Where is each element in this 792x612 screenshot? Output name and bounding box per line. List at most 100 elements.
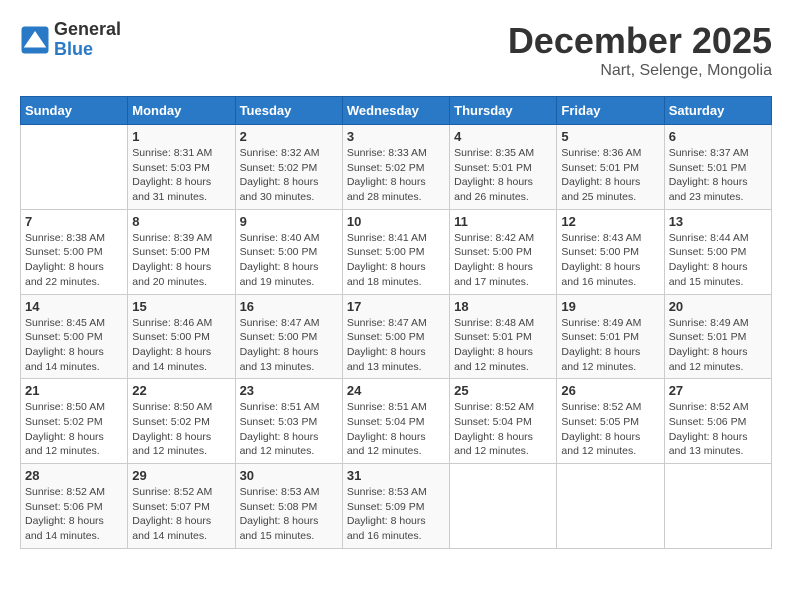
weekday-header: Saturday	[664, 97, 771, 125]
day-info: Sunrise: 8:47 AMSunset: 5:00 PMDaylight:…	[347, 316, 445, 375]
calendar-cell: 23 Sunrise: 8:51 AMSunset: 5:03 PMDayligh…	[235, 379, 342, 464]
calendar-week-row: 21 Sunrise: 8:50 AMSunset: 5:02 PMDayligh…	[21, 379, 772, 464]
calendar-cell: 3 Sunrise: 8:33 AMSunset: 5:02 PMDaylight…	[342, 125, 449, 210]
day-info: Sunrise: 8:43 AMSunset: 5:00 PMDaylight:…	[561, 231, 659, 290]
calendar-cell: 29Sunrise: 8:52 AMSunset: 5:07 PMDayligh…	[128, 464, 235, 549]
calendar-week-row: 7 Sunrise: 8:38 AMSunset: 5:00 PMDaylight…	[21, 209, 772, 294]
calendar-cell: 19Sunrise: 8:49 AMSunset: 5:01 PMDayligh…	[557, 294, 664, 379]
calendar-cell: 25Sunrise: 8:52 AMSunset: 5:04 PMDayligh…	[450, 379, 557, 464]
page-header: General Blue December 2025 Nart, Selenge…	[20, 20, 772, 80]
day-number: 12	[561, 214, 659, 229]
calendar-cell: 16Sunrise: 8:47 AMSunset: 5:00 PMDayligh…	[235, 294, 342, 379]
logo-line1: General	[54, 20, 121, 40]
calendar-cell: 17 Sunrise: 8:47 AMSunset: 5:00 PMDayligh…	[342, 294, 449, 379]
day-number: 8	[132, 214, 230, 229]
day-number: 18	[454, 299, 552, 314]
day-info: Sunrise: 8:52 AMSunset: 5:05 PMDaylight:…	[561, 400, 659, 459]
day-info: Sunrise: 8:41 AMSunset: 5:00 PMDaylight:…	[347, 231, 445, 290]
weekday-header: Thursday	[450, 97, 557, 125]
logo-line2: Blue	[54, 40, 121, 60]
day-number: 31	[347, 468, 445, 483]
day-number: 28	[25, 468, 123, 483]
day-number: 22	[132, 383, 230, 398]
calendar-week-row: 1 Sunrise: 8:31 AMSunset: 5:03 PMDaylight…	[21, 125, 772, 210]
calendar-cell: 2 Sunrise: 8:32 AMSunset: 5:02 PMDaylight…	[235, 125, 342, 210]
calendar-cell: 27 Sunrise: 8:52 AMSunset: 5:06 PMDayligh…	[664, 379, 771, 464]
day-number: 24	[347, 383, 445, 398]
day-number: 10	[347, 214, 445, 229]
calendar-cell: 28 Sunrise: 8:52 AMSunset: 5:06 PMDayligh…	[21, 464, 128, 549]
day-info: Sunrise: 8:48 AMSunset: 5:01 PMDaylight:…	[454, 316, 552, 375]
day-info: Sunrise: 8:42 AMSunset: 5:00 PMDaylight:…	[454, 231, 552, 290]
calendar-cell	[21, 125, 128, 210]
calendar-cell	[557, 464, 664, 549]
day-number: 27	[669, 383, 767, 398]
calendar-cell: 13 Sunrise: 8:44 AMSunset: 5:00 PMDayligh…	[664, 209, 771, 294]
weekday-header: Tuesday	[235, 97, 342, 125]
day-number: 11	[454, 214, 552, 229]
calendar-header-row: SundayMondayTuesdayWednesdayThursdayFrid…	[21, 97, 772, 125]
calendar-cell	[664, 464, 771, 549]
day-number: 23	[240, 383, 338, 398]
calendar-table: SundayMondayTuesdayWednesdayThursdayFrid…	[20, 96, 772, 549]
day-info: Sunrise: 8:44 AMSunset: 5:00 PMDaylight:…	[669, 231, 767, 290]
page-title: December 2025	[508, 20, 772, 62]
calendar-cell: 6Sunrise: 8:37 AMSunset: 5:01 PMDaylight…	[664, 125, 771, 210]
day-info: Sunrise: 8:53 AMSunset: 5:09 PMDaylight:…	[347, 485, 445, 544]
calendar-cell: 11 Sunrise: 8:42 AMSunset: 5:00 PMDayligh…	[450, 209, 557, 294]
weekday-header: Wednesday	[342, 97, 449, 125]
day-info: Sunrise: 8:53 AMSunset: 5:08 PMDaylight:…	[240, 485, 338, 544]
calendar-cell: 9Sunrise: 8:40 AMSunset: 5:00 PMDaylight…	[235, 209, 342, 294]
day-number: 19	[561, 299, 659, 314]
calendar-cell: 8 Sunrise: 8:39 AMSunset: 5:00 PMDaylight…	[128, 209, 235, 294]
day-info: Sunrise: 8:52 AMSunset: 5:06 PMDaylight:…	[669, 400, 767, 459]
day-info: Sunrise: 8:40 AMSunset: 5:00 PMDaylight:…	[240, 231, 338, 290]
calendar-cell: 12 Sunrise: 8:43 AMSunset: 5:00 PMDayligh…	[557, 209, 664, 294]
day-number: 14	[25, 299, 123, 314]
day-number: 21	[25, 383, 123, 398]
day-info: Sunrise: 8:37 AMSunset: 5:01 PMDaylight:…	[669, 146, 767, 205]
day-info: Sunrise: 8:31 AMSunset: 5:03 PMDaylight:…	[132, 146, 230, 205]
logo: General Blue	[20, 20, 121, 60]
logo-icon	[20, 25, 50, 55]
day-info: Sunrise: 8:52 AMSunset: 5:04 PMDaylight:…	[454, 400, 552, 459]
day-info: Sunrise: 8:35 AMSunset: 5:01 PMDaylight:…	[454, 146, 552, 205]
calendar-cell: 22 Sunrise: 8:50 AMSunset: 5:02 PMDayligh…	[128, 379, 235, 464]
weekday-header: Friday	[557, 97, 664, 125]
day-info: Sunrise: 8:39 AMSunset: 5:00 PMDaylight:…	[132, 231, 230, 290]
day-number: 5	[561, 129, 659, 144]
day-number: 1	[132, 129, 230, 144]
calendar-cell: 31 Sunrise: 8:53 AMSunset: 5:09 PMDayligh…	[342, 464, 449, 549]
day-info: Sunrise: 8:52 AMSunset: 5:07 PMDaylight:…	[132, 485, 230, 544]
day-number: 13	[669, 214, 767, 229]
day-info: Sunrise: 8:38 AMSunset: 5:00 PMDaylight:…	[25, 231, 123, 290]
calendar-cell: 15Sunrise: 8:46 AMSunset: 5:00 PMDayligh…	[128, 294, 235, 379]
day-info: Sunrise: 8:32 AMSunset: 5:02 PMDaylight:…	[240, 146, 338, 205]
calendar-cell: 10 Sunrise: 8:41 AMSunset: 5:00 PMDayligh…	[342, 209, 449, 294]
day-info: Sunrise: 8:33 AMSunset: 5:02 PMDaylight:…	[347, 146, 445, 205]
calendar-cell: 26Sunrise: 8:52 AMSunset: 5:05 PMDayligh…	[557, 379, 664, 464]
day-info: Sunrise: 8:50 AMSunset: 5:02 PMDaylight:…	[132, 400, 230, 459]
day-info: Sunrise: 8:51 AMSunset: 5:04 PMDaylight:…	[347, 400, 445, 459]
calendar-week-row: 28 Sunrise: 8:52 AMSunset: 5:06 PMDayligh…	[21, 464, 772, 549]
weekday-header: Sunday	[21, 97, 128, 125]
calendar-cell: 7 Sunrise: 8:38 AMSunset: 5:00 PMDaylight…	[21, 209, 128, 294]
day-info: Sunrise: 8:50 AMSunset: 5:02 PMDaylight:…	[25, 400, 123, 459]
day-info: Sunrise: 8:47 AMSunset: 5:00 PMDaylight:…	[240, 316, 338, 375]
day-number: 15	[132, 299, 230, 314]
day-info: Sunrise: 8:36 AMSunset: 5:01 PMDaylight:…	[561, 146, 659, 205]
logo-text: General Blue	[54, 20, 121, 60]
day-number: 20	[669, 299, 767, 314]
day-number: 3	[347, 129, 445, 144]
day-number: 17	[347, 299, 445, 314]
calendar-week-row: 14 Sunrise: 8:45 AMSunset: 5:00 PMDayligh…	[21, 294, 772, 379]
calendar-cell: 4Sunrise: 8:35 AMSunset: 5:01 PMDaylight…	[450, 125, 557, 210]
day-info: Sunrise: 8:52 AMSunset: 5:06 PMDaylight:…	[25, 485, 123, 544]
calendar-cell: 21 Sunrise: 8:50 AMSunset: 5:02 PMDayligh…	[21, 379, 128, 464]
day-number: 2	[240, 129, 338, 144]
day-info: Sunrise: 8:45 AMSunset: 5:00 PMDaylight:…	[25, 316, 123, 375]
day-info: Sunrise: 8:51 AMSunset: 5:03 PMDaylight:…	[240, 400, 338, 459]
calendar-cell: 5 Sunrise: 8:36 AMSunset: 5:01 PMDaylight…	[557, 125, 664, 210]
day-number: 7	[25, 214, 123, 229]
day-number: 30	[240, 468, 338, 483]
